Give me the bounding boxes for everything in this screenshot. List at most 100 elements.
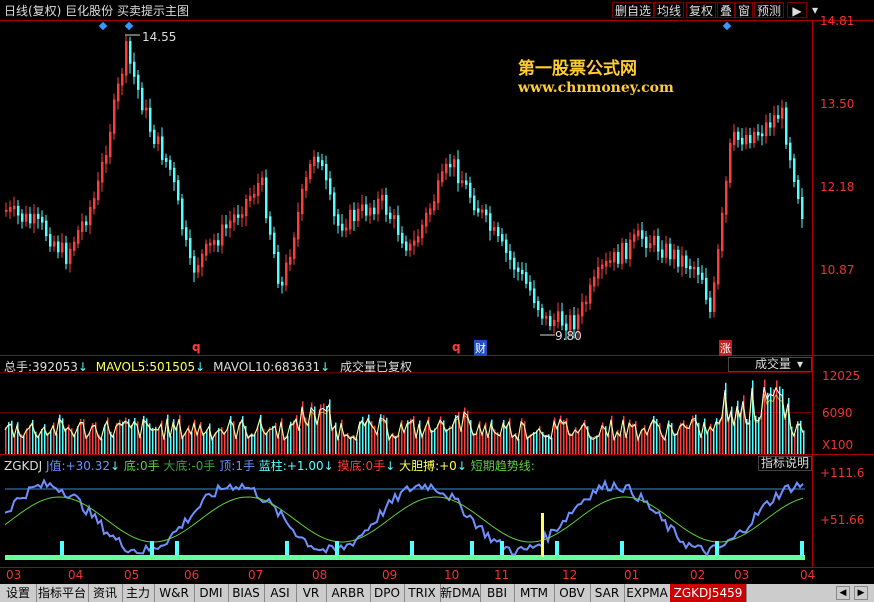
watermark-url: www.chnmoney.com — [518, 80, 674, 96]
volume-indicator-select[interactable]: 成交量 ▾ — [728, 357, 812, 372]
indicator-tab[interactable]: 新DMA — [440, 584, 481, 602]
candle-body — [585, 301, 588, 305]
x-axis-label: 05 — [124, 568, 140, 582]
volume-bar — [104, 424, 106, 454]
candle-body — [53, 241, 56, 247]
candle-body — [697, 267, 700, 275]
candle-body — [785, 107, 788, 145]
candle-body — [489, 213, 492, 231]
candle-body — [445, 163, 448, 174]
candle-body — [69, 248, 72, 264]
volume-bar — [686, 424, 688, 454]
x-axis-label: 04 — [800, 568, 816, 582]
candle-body — [393, 215, 396, 219]
volume-bar — [251, 433, 253, 454]
finance-marker-icon[interactable]: 财 — [474, 340, 487, 356]
price-chart[interactable] — [0, 20, 812, 355]
volume-bar — [437, 424, 439, 454]
indicator-tab[interactable]: OBV — [554, 584, 591, 602]
x-axis-label: 03 — [6, 568, 22, 582]
indicator-tab[interactable]: BIAS — [228, 584, 265, 602]
x-axis-label: 08 — [312, 568, 328, 582]
candle-body — [693, 267, 696, 270]
adjust-button[interactable]: 复权 — [686, 2, 717, 18]
indicator-tab[interactable]: EXPMA — [624, 584, 671, 602]
rise-marker-icon[interactable]: 涨 — [719, 340, 732, 356]
overlay-button[interactable]: 叠 — [717, 2, 736, 18]
indicator-tab[interactable]: TRIX — [404, 584, 441, 602]
candle-body — [77, 230, 80, 244]
candle-body — [481, 209, 484, 213]
candle-body — [777, 115, 780, 119]
volume-bar — [803, 430, 805, 454]
kdj-blue-column — [500, 541, 504, 556]
indicator-help-button[interactable]: 指标说明 — [758, 456, 812, 471]
candle-body — [309, 163, 312, 180]
candle-body — [653, 235, 656, 246]
window-button[interactable]: 窗 — [735, 2, 754, 18]
volume-bar — [89, 432, 91, 454]
indicator-tab[interactable]: W&R — [154, 584, 195, 602]
volume-bar — [254, 434, 256, 454]
kdj-blue-column — [150, 541, 154, 556]
arrow-right-bar-icon[interactable]: ▶ — [787, 2, 807, 18]
volume-bar — [257, 426, 259, 454]
candle-body — [573, 315, 576, 330]
indicator-tab[interactable]: ARBR — [326, 584, 371, 602]
candle-body — [241, 214, 244, 218]
forecast-button[interactable]: 预测 — [754, 2, 785, 18]
volume-bar — [191, 432, 193, 454]
volume-bar — [323, 403, 325, 454]
candle-body — [649, 243, 652, 249]
volume-bar — [581, 425, 583, 454]
candle-body — [385, 194, 388, 215]
candle-body — [769, 122, 772, 128]
indicator-tab[interactable]: SAR — [590, 584, 625, 602]
candle-body — [129, 41, 132, 64]
candle-body — [361, 204, 364, 211]
candle-body — [333, 192, 336, 217]
ma-button[interactable]: 均线 — [654, 2, 685, 18]
volume-chart[interactable] — [0, 372, 812, 454]
volume-bar — [23, 436, 25, 454]
candle-body — [293, 237, 296, 259]
volume-bar — [641, 428, 643, 454]
candle-body — [413, 240, 416, 246]
candle-body — [505, 239, 508, 253]
indicator-tab[interactable]: 主力 — [122, 584, 155, 602]
indicator-tab[interactable]: 指标平台 — [36, 584, 89, 602]
indicator-tab[interactable]: 资讯 — [88, 584, 123, 602]
indicator-tab[interactable]: ASI — [264, 584, 297, 602]
indicator-tab[interactable]: ZGKDJ5459 — [670, 584, 747, 602]
candle-body — [685, 255, 688, 268]
indicator-tab[interactable]: VR — [296, 584, 327, 602]
indicator-tab[interactable]: DPO — [370, 584, 405, 602]
scroll-left-icon[interactable]: ◀ — [836, 586, 850, 600]
kdj-chart[interactable] — [0, 471, 812, 567]
remove-favorite-button[interactable]: 删自选 — [612, 2, 655, 18]
candle-body — [257, 182, 260, 196]
candle-body — [181, 198, 184, 230]
right-axis-line — [812, 20, 813, 568]
candle-body — [101, 161, 104, 183]
volume-bar — [626, 436, 628, 454]
volume-bar — [287, 435, 289, 454]
volume-bar — [29, 425, 31, 454]
indicator-tab[interactable]: DMI — [194, 584, 229, 602]
kdj-blue-column — [800, 541, 804, 556]
candle-body — [597, 267, 600, 279]
candle-body — [717, 249, 720, 285]
volume-bar — [278, 436, 280, 454]
indicator-tab[interactable]: BBI — [480, 584, 515, 602]
indicator-tab[interactable]: MTM — [514, 584, 555, 602]
scroll-right-icon[interactable]: ▶ — [854, 586, 868, 600]
x-axis-label: 09 — [382, 568, 398, 582]
signal-marker: q — [452, 340, 461, 354]
candle-body — [737, 131, 740, 140]
volume-bar — [527, 437, 529, 454]
candle-body — [669, 243, 672, 260]
volume-bar — [713, 428, 715, 454]
volume-bar — [689, 425, 691, 454]
volume-bar — [215, 432, 217, 454]
indicator-tab[interactable]: 设置 — [0, 584, 37, 602]
